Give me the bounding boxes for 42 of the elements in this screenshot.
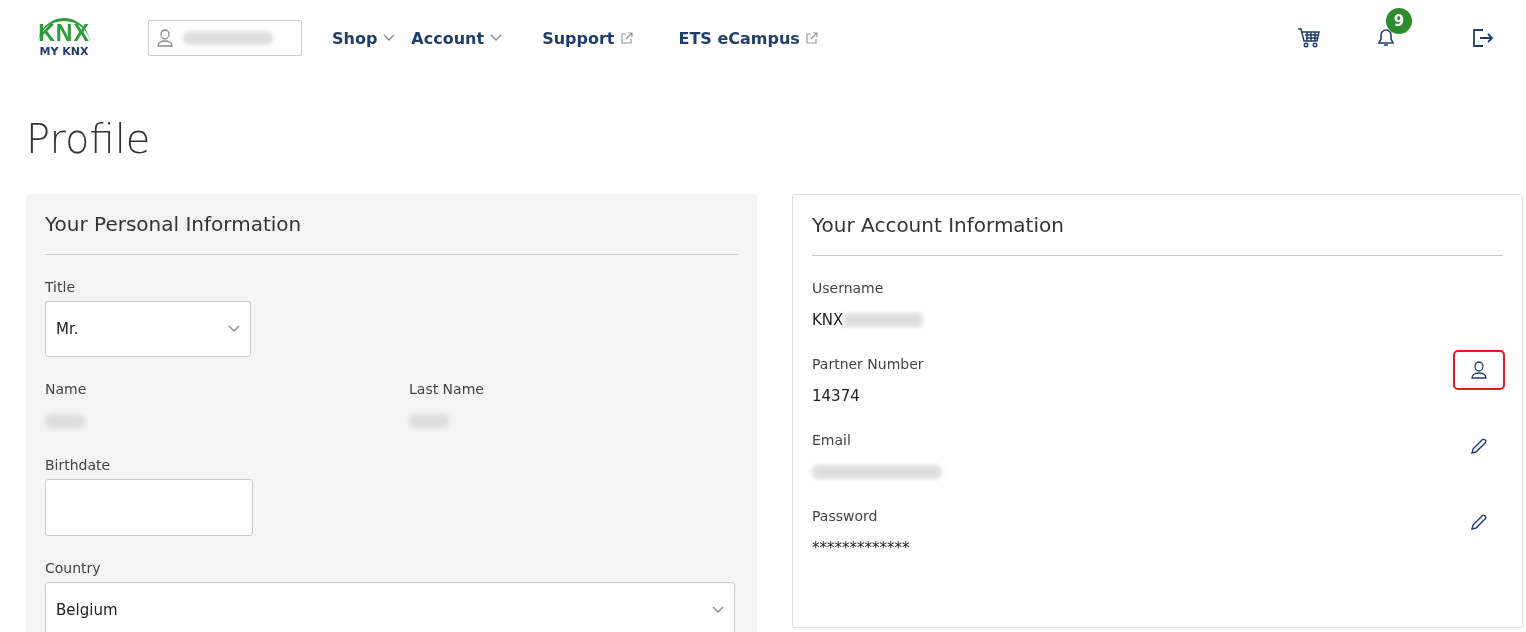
chevron-down-icon [228,325,240,333]
logo-subtitle: MY KNX [39,45,89,58]
cart-button[interactable] [1297,27,1321,49]
page-title: Profile [26,116,152,162]
bell-icon [1376,28,1396,48]
external-link-icon [805,32,818,44]
field-label: Username [812,280,885,296]
field-label: Country [45,560,102,576]
field-label: Last Name [409,381,485,397]
field-value: ************* [812,539,910,557]
cart-icon [1297,27,1321,49]
logout-icon [1472,28,1494,48]
select-field[interactable]: Belgium [45,582,735,632]
field-value: 14374 [812,387,860,405]
partner-button[interactable] [1453,350,1505,390]
nav-link[interactable]: Shop [332,28,396,48]
field-label: Birthdate [45,457,112,473]
panel-title: Your Account Information [812,213,1503,256]
input-field[interactable] [45,479,253,536]
chevron-down-icon [712,606,724,614]
nav-link[interactable]: ETS eCampus [678,28,818,48]
chevron-down-icon [383,34,396,42]
external-link-icon [620,32,633,44]
logo-text: KNX [38,18,90,45]
field-label: Partner Number [812,356,924,372]
pencil-icon [1470,437,1488,455]
person-icon [1469,360,1489,380]
bell-button[interactable] [1376,28,1396,48]
select-field[interactable]: Mr. [45,301,251,357]
field-label: Title [45,279,76,295]
notification-badge: 9 [1386,8,1412,34]
field-value: KNX [812,311,844,329]
nav-link[interactable]: Support [542,28,633,48]
field-label: Password [812,508,879,524]
field-label: Name [45,381,88,397]
logout-button[interactable] [1472,28,1494,48]
person-icon [155,28,175,48]
panel-title: Your Personal Information [45,212,738,255]
chevron-down-icon [490,34,503,42]
pencil-icon [1470,513,1488,531]
field-label: Email [812,432,852,448]
nav-link[interactable]: Account [411,28,503,48]
